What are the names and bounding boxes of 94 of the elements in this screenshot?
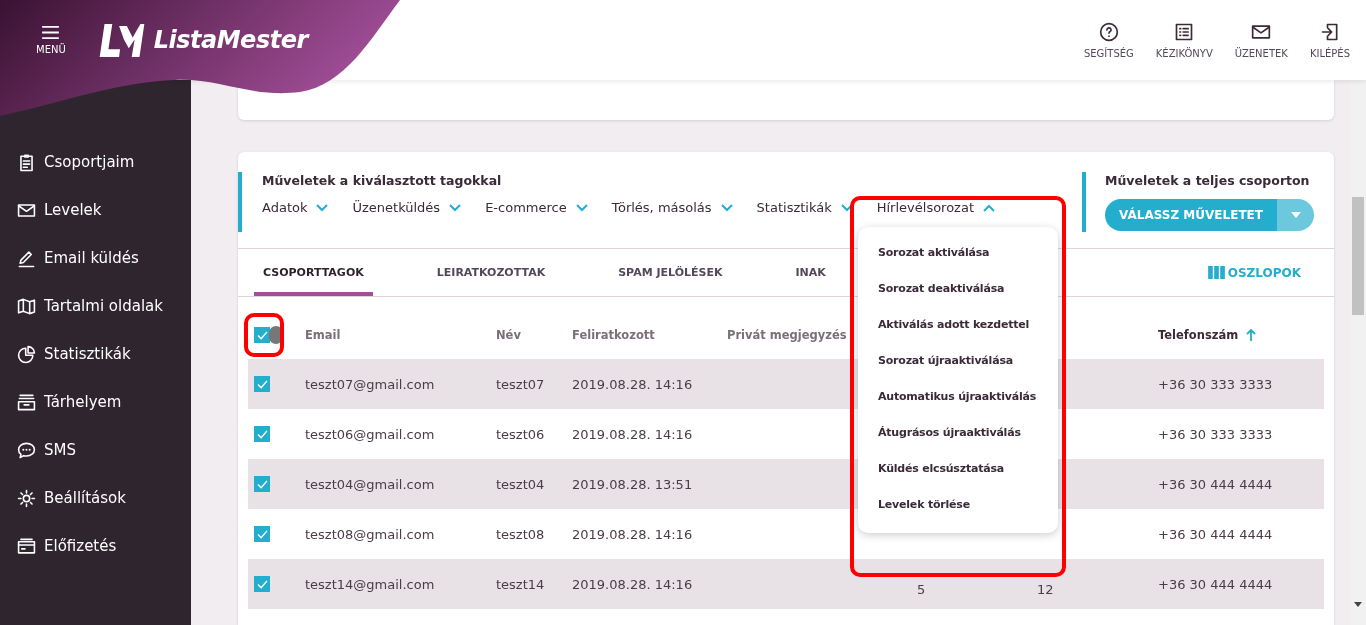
dropdown-button[interactable] [1277, 199, 1314, 231]
menu-button[interactable]: MENÜ [36, 25, 66, 55]
sort-arrow-icon[interactable] [1246, 329, 1257, 341]
table-cell: 5 [917, 582, 926, 597]
book-icon [17, 296, 36, 316]
scroll-down-icon[interactable] [1354, 602, 1362, 607]
checkbox[interactable] [254, 526, 270, 542]
pen-icon [17, 248, 36, 268]
table-cell: 2019.08.28. 14:16 [572, 426, 693, 442]
chat-icon [17, 440, 36, 460]
action-menu[interactable]: Törlés, másolás [611, 200, 733, 215]
checkbox[interactable] [254, 327, 270, 343]
clipboard-icon [17, 152, 36, 172]
tab[interactable]: SPAM JELÖLÉSEK [609, 249, 732, 296]
table-cell: +36 30 333 3333 [1158, 426, 1273, 442]
sidebar-item[interactable]: Beállítások [0, 474, 191, 522]
check-icon [256, 479, 268, 489]
checkbox[interactable] [254, 476, 270, 492]
tab[interactable]: LEIRATKOZOTTAK [427, 249, 555, 296]
action-menu[interactable]: Üzenetküldés [352, 200, 462, 215]
column-header[interactable]: Privát megjegyzés [727, 328, 847, 342]
sidebar-item[interactable]: Tárhelyem [0, 378, 191, 426]
table-cell: teszt08 [496, 526, 545, 542]
menu-item[interactable]: Sorozat deaktiválása [858, 271, 1058, 307]
table-cell: teszt14@gmail.com [305, 576, 435, 592]
action-menu[interactable]: Hírlevélsorozat [876, 200, 995, 215]
table-cell: 2019.08.28. 13:51 [572, 476, 693, 492]
column-header[interactable]: Név [496, 328, 521, 342]
table-cell: +36 30 444 4444 [1158, 576, 1273, 592]
section-title: Műveletek a kiválasztott tagokkal [262, 173, 503, 188]
action-menu[interactable]: Adatok [262, 200, 329, 215]
sidebar-item[interactable]: Email küldés [0, 234, 191, 282]
menu-item[interactable]: Levelek törlése [858, 487, 1058, 523]
logout-icon [1319, 21, 1340, 42]
tab[interactable]: CSOPORTTAGOK [254, 249, 373, 296]
list-icon [1174, 21, 1195, 42]
pie-chart-icon [17, 344, 36, 364]
menu-item[interactable]: Sorozat aktiválása [858, 235, 1058, 271]
table-cell: 2019.08.28. 14:16 [572, 526, 693, 542]
menu-item[interactable]: Átugrásos újraaktiválás [858, 415, 1058, 451]
brand-name: ListaMester [153, 26, 308, 54]
column-header[interactable]: Telefonszám [1158, 328, 1239, 342]
help-icon [1098, 21, 1119, 42]
logo-icon [98, 23, 145, 57]
checkbox[interactable] [254, 426, 270, 442]
menu-item[interactable]: Sorozat újraaktiválása [858, 343, 1058, 379]
table-cell: teszt14 [496, 576, 545, 592]
sidebar-item[interactable]: Előfizetés [0, 522, 191, 570]
table-cell: teszt08@gmail.com [305, 526, 435, 542]
check-icon [256, 330, 268, 340]
table-cell: teszt04@gmail.com [305, 476, 435, 492]
sidebar-item[interactable]: Statisztikák [0, 330, 191, 378]
menu-item[interactable]: Aktiválás adott kezdettel [858, 307, 1058, 343]
sidebar-item[interactable]: Csoportjaim [0, 138, 191, 186]
action-menu[interactable]: Statisztikák [756, 200, 853, 215]
header-action[interactable]: SEGÍTSÉG [1083, 21, 1134, 59]
checkbox[interactable] [254, 576, 270, 592]
header-action[interactable]: ÜZENETEK [1234, 21, 1288, 59]
section-title: Műveletek a teljes csoporton [1105, 173, 1311, 188]
gear-icon [17, 488, 36, 508]
checkbox[interactable] [254, 376, 270, 392]
action-menu[interactable]: E-commerce [485, 200, 588, 215]
check-icon [256, 379, 268, 389]
check-icon [256, 429, 268, 439]
header-action[interactable]: KÉZIKÖNYV [1155, 21, 1213, 59]
table-cell: +36 30 444 4444 [1158, 526, 1273, 542]
caret-icon [1290, 212, 1301, 218]
archive-icon [17, 392, 36, 412]
table-cell: teszt04 [496, 476, 545, 492]
table-cell: +36 30 333 3333 [1158, 376, 1273, 392]
table-cell: teszt07@gmail.com [305, 376, 435, 392]
scrollbar-thumb[interactable] [1352, 197, 1364, 315]
table-cell: 2019.08.28. 14:16 [572, 376, 693, 392]
table-cell: teszt06@gmail.com [305, 426, 435, 442]
table-cell: teszt06 [496, 426, 545, 442]
menu-item[interactable]: Küldés elcsúsztatása [858, 451, 1058, 487]
columns-icon [1207, 266, 1225, 279]
menu-icon [41, 25, 61, 39]
card-icon [17, 536, 36, 556]
table-cell: 12 [1037, 582, 1054, 597]
table-cell: 2019.08.28. 14:16 [572, 576, 693, 592]
scrollbar[interactable] [1350, 80, 1366, 625]
check-icon [256, 529, 268, 539]
check-icon [256, 579, 268, 589]
column-header[interactable]: Email [305, 328, 341, 342]
sidebar-item[interactable]: Levelek [0, 186, 191, 234]
table-cell: teszt07 [496, 376, 545, 392]
column-header[interactable]: Feliratkozott [572, 328, 655, 342]
sidebar-item[interactable]: SMS [0, 426, 191, 474]
header-action[interactable]: KILÉPÉS [1309, 21, 1350, 59]
tab[interactable]: INAK [786, 249, 835, 296]
menu-item[interactable]: Automatikus újraaktiválás [858, 379, 1058, 415]
table-cell: +36 30 444 4444 [1158, 476, 1273, 492]
sidebar-item[interactable]: Tartalmi oldalak [0, 282, 191, 330]
